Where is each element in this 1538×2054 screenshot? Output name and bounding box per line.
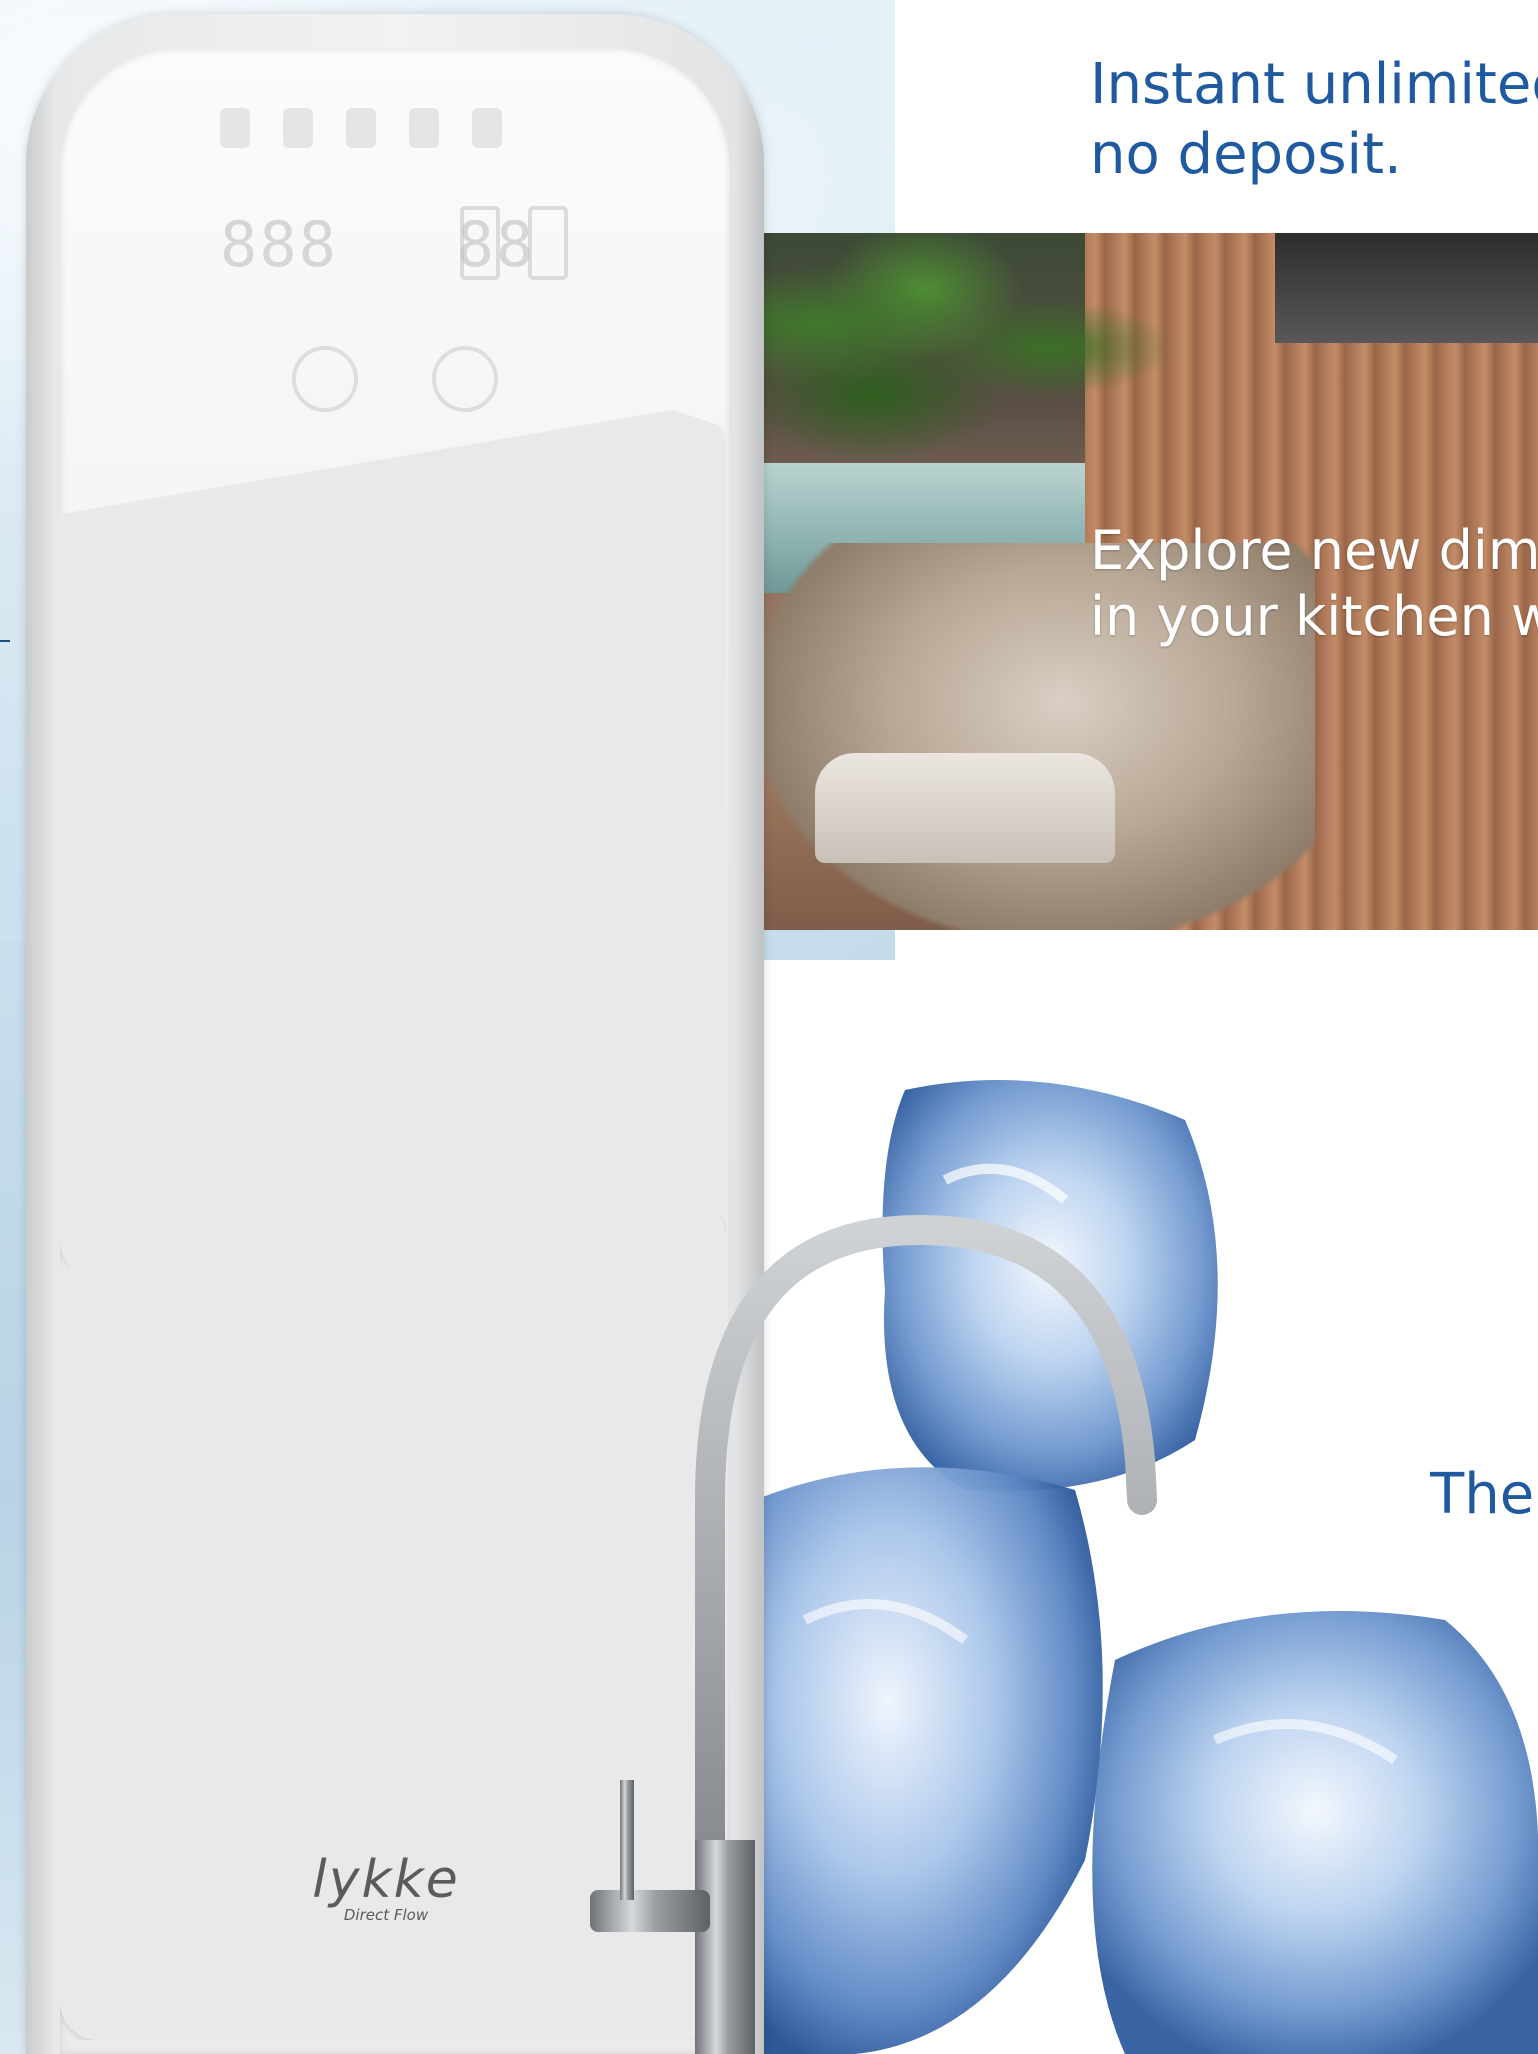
brand-logo: lykke Direct Flow (296, 1852, 476, 1924)
status-icon-5 (472, 108, 502, 148)
faucet-icon (590, 1214, 1157, 2054)
brand-name: lykke (312, 1850, 460, 1910)
chair-seat (815, 753, 1115, 863)
headline-line-2: no deposit. (1090, 122, 1402, 187)
headline-line-1: Instant unlimited (1090, 52, 1538, 117)
status-icon-2 (283, 108, 313, 148)
brochure-page: Instant unlimited no deposit. Explore ne… (0, 0, 1538, 2054)
faucet-handle (620, 1780, 634, 1900)
filter-indicator-1 (460, 206, 500, 280)
device-button-right (432, 346, 498, 412)
kitchen-caption-line-2: in your kitchen w (1090, 585, 1538, 648)
kitchen-caption-line-1: Explore new dim (1090, 519, 1538, 582)
left-edge-mark (0, 640, 10, 642)
faucet-lever (590, 1890, 710, 1932)
status-icon-4 (409, 108, 439, 148)
status-icon-1 (220, 108, 250, 148)
range-hood (1275, 233, 1538, 343)
plant (755, 233, 1175, 463)
filter-indicator-2 (528, 206, 568, 280)
filter-level-indicators (460, 206, 596, 284)
headline: Instant unlimited no deposit. (1090, 50, 1538, 190)
faucet-spout (695, 1214, 1157, 2054)
device-button-left (292, 346, 358, 412)
status-icons (220, 108, 535, 152)
faucet-base (695, 1840, 755, 2054)
display-digits-left: 888 (220, 208, 338, 281)
status-icon-3 (346, 108, 376, 148)
filter-cover-upper (60, 410, 726, 1278)
kitchen-caption: Explore new dim in your kitchen w (1090, 518, 1538, 650)
